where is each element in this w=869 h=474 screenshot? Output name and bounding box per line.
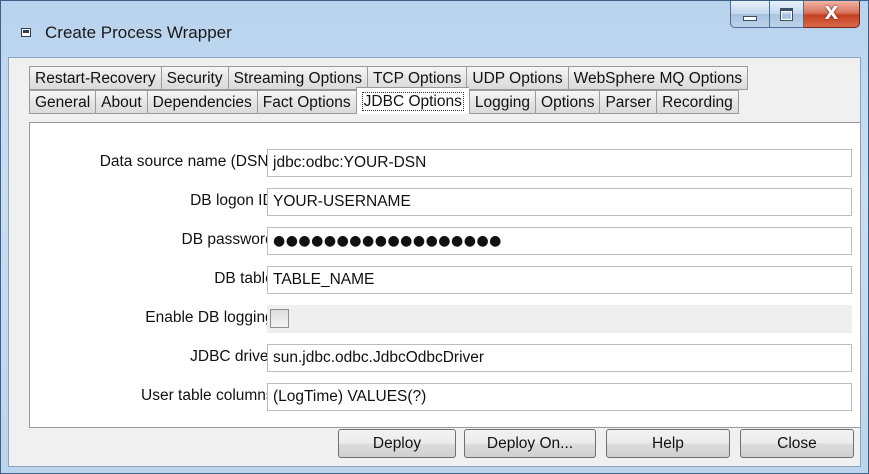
- tab-websphere-mq-options[interactable]: WebSphere MQ Options: [567, 66, 749, 90]
- tab-row-2: General About Dependencies Fact Options …: [29, 87, 739, 114]
- tab-logging[interactable]: Logging: [468, 90, 536, 114]
- logon-input[interactable]: YOUR-USERNAME: [267, 188, 852, 216]
- logging-row: Enable DB logging:: [30, 305, 862, 333]
- dsn-input[interactable]: jdbc:odbc:YOUR-DSN: [267, 149, 852, 177]
- window-title: Create Process Wrapper: [45, 23, 232, 42]
- table-input[interactable]: TABLE_NAME: [267, 266, 852, 294]
- dsn-label: Data source name (DSN):: [99, 153, 278, 170]
- system-menu-icon[interactable]: [21, 28, 31, 37]
- process-wrapper-window: Create Process Wrapper X Restart-Recover…: [0, 0, 869, 474]
- logging-label: Enable DB logging:: [145, 309, 278, 326]
- columns-label: User table columns:: [141, 387, 278, 404]
- button-bar: Deploy Deploy On... Help Close: [9, 429, 862, 459]
- help-button[interactable]: Help: [606, 429, 730, 458]
- tab-security[interactable]: Security: [160, 66, 228, 90]
- tab-restart-recovery[interactable]: Restart-Recovery: [29, 66, 161, 90]
- minimize-button[interactable]: [730, 1, 770, 28]
- deploy-button[interactable]: Deploy: [338, 429, 456, 458]
- maximize-button[interactable]: [770, 1, 804, 28]
- tab-about[interactable]: About: [95, 90, 147, 114]
- tab-streaming-options[interactable]: Streaming Options: [227, 66, 367, 90]
- caption-buttons: X: [730, 1, 860, 29]
- tab-parser[interactable]: Parser: [599, 90, 657, 114]
- logon-label: DB logon ID:: [190, 192, 278, 209]
- tab-general[interactable]: General: [29, 90, 96, 114]
- title-bar[interactable]: Create Process Wrapper X: [1, 1, 868, 57]
- close-button[interactable]: Close: [740, 429, 854, 458]
- password-input[interactable]: ●●●●●●●●●●●●●●●●●●: [267, 227, 852, 255]
- tab-dependencies[interactable]: Dependencies: [146, 90, 257, 114]
- close-window-button[interactable]: X: [804, 1, 860, 28]
- minimize-icon: [743, 15, 757, 21]
- driver-input[interactable]: sun.jdbc.odbc.JdbcOdbcDriver: [267, 344, 852, 372]
- jdbc-options-panel: Data source name (DSN): jdbc:odbc:YOUR-D…: [29, 122, 861, 428]
- logon-row: DB logon ID: YOUR-USERNAME: [30, 188, 862, 216]
- tab-jdbc-options[interactable]: JDBC Options: [355, 87, 469, 114]
- columns-input[interactable]: (LogTime) VALUES(?): [267, 383, 852, 411]
- logging-checkbox-area: [267, 305, 852, 333]
- dsn-row: Data source name (DSN): jdbc:odbc:YOUR-D…: [30, 149, 862, 177]
- table-row: DB table: TABLE_NAME: [30, 266, 862, 294]
- password-row: DB password: ●●●●●●●●●●●●●●●●●●: [30, 227, 862, 255]
- tab-udp-options[interactable]: UDP Options: [466, 66, 568, 90]
- tab-recording[interactable]: Recording: [656, 90, 739, 114]
- dialog-client-area: Restart-Recovery Security Streaming Opti…: [8, 57, 861, 467]
- columns-row: User table columns: (LogTime) VALUES(?): [30, 383, 862, 411]
- close-icon: X: [824, 3, 839, 24]
- driver-label: JDBC driver:: [190, 348, 278, 365]
- tab-fact-options[interactable]: Fact Options: [256, 90, 356, 114]
- tab-jdbc-options-label: JDBC Options: [361, 92, 464, 111]
- password-label: DB password:: [181, 231, 278, 248]
- tab-options[interactable]: Options: [535, 90, 600, 114]
- maximize-icon: [780, 7, 793, 21]
- deploy-on-button[interactable]: Deploy On...: [464, 429, 596, 458]
- driver-row: JDBC driver: sun.jdbc.odbc.JdbcOdbcDrive…: [30, 344, 862, 372]
- enable-db-logging-checkbox[interactable]: [270, 309, 289, 328]
